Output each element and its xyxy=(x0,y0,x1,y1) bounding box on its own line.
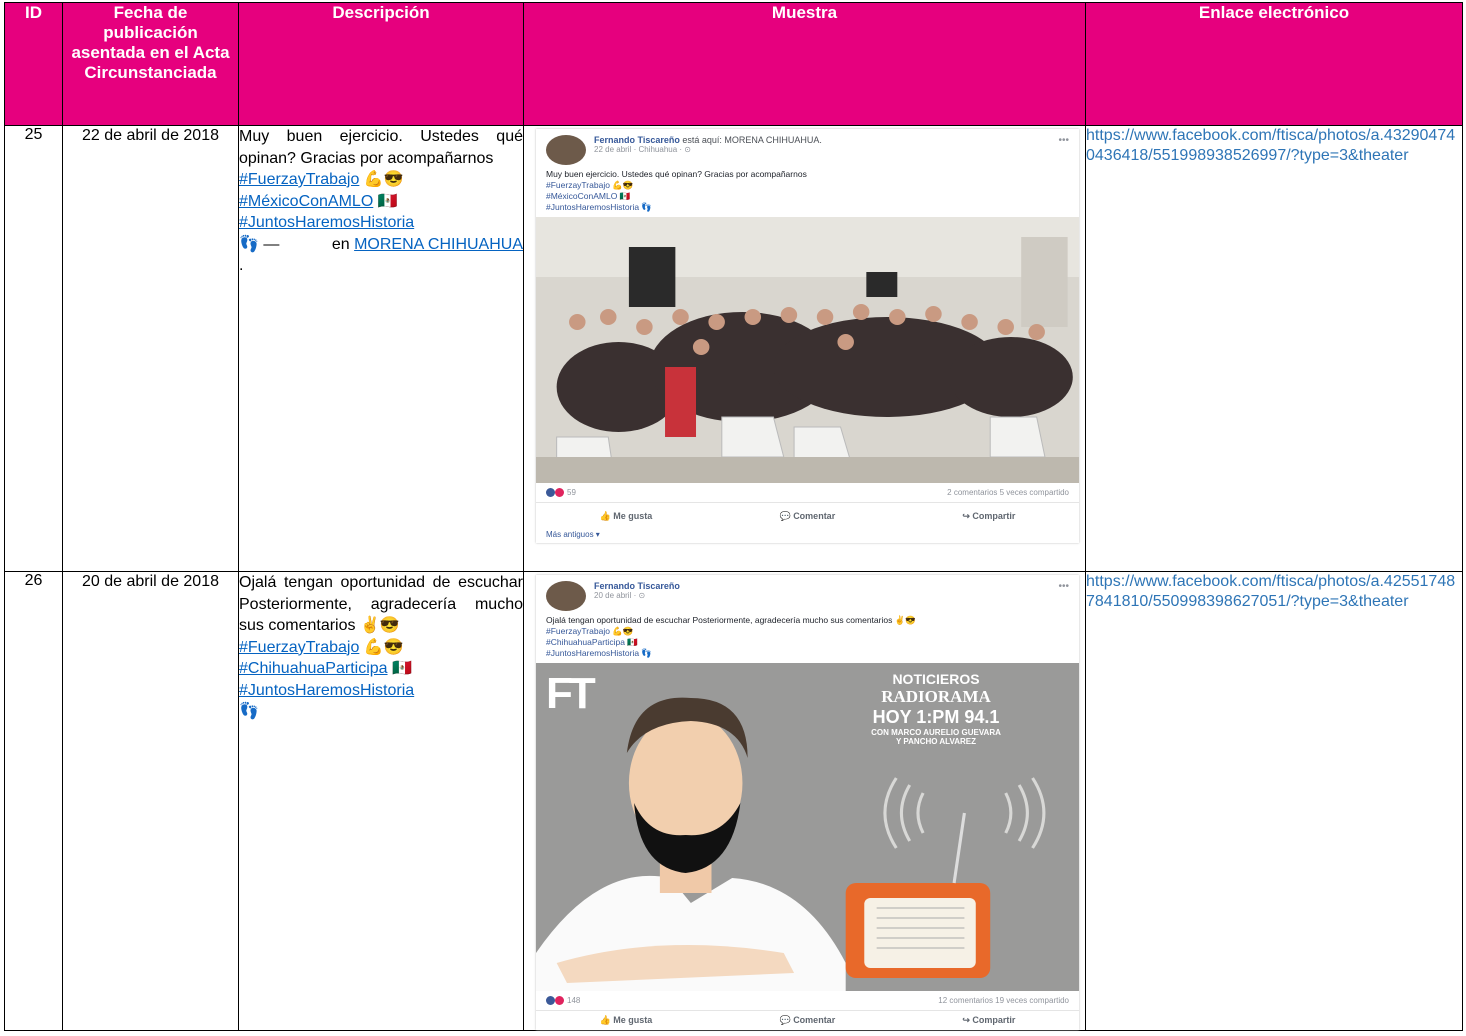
more-icon: ••• xyxy=(1058,135,1069,146)
hashtag-link[interactable]: #MéxicoConAMLO xyxy=(239,193,373,210)
row-link[interactable]: https://www.facebook.com/ftisca/photos/a… xyxy=(1085,125,1463,572)
table-row: 26 20 de abril de 2018 Ojalá tengan opor… xyxy=(4,571,1463,1031)
reaction-count: 59 xyxy=(546,488,576,497)
hashtag-link[interactable]: #FuerzayTrabajo xyxy=(239,171,359,188)
older-comments: Más antiguos ▾ xyxy=(546,530,600,539)
place-link[interactable]: MORENA CHIHUAHUA xyxy=(354,236,523,253)
post-author: Fernando Tiscareño xyxy=(594,581,680,591)
facebook-post-screenshot: Fernando Tiscareño 20 de abril · ⊙ ••• O… xyxy=(536,575,1079,1030)
love-reaction-icon xyxy=(555,488,564,497)
post-actions: 👍 Me gusta 💬 Comentar ↪ Compartir xyxy=(536,502,1079,530)
header-fecha: Fecha de publicación asentada en el Acta… xyxy=(62,2,239,126)
comment-button: 💬 Comentar xyxy=(779,511,836,521)
hashtag-link[interactable]: #FuerzayTrabajo xyxy=(239,639,359,656)
poster-line5: Y PANCHO ALVAREZ xyxy=(895,737,976,746)
like-reaction-icon xyxy=(546,996,555,1005)
poster-line2: RADIORAMA xyxy=(881,687,991,706)
avatar xyxy=(546,581,586,611)
emoji: 👣 xyxy=(239,703,259,720)
post-text: Ojalá tengan oportunidad de escuchar Pos… xyxy=(546,615,916,658)
emoji: 💪😎 xyxy=(363,171,404,188)
post-meta: 22 de abril · Chihuahua · ⊙ xyxy=(594,145,691,154)
header-id: ID xyxy=(4,2,63,126)
row-date: 22 de abril de 2018 xyxy=(62,125,239,572)
row-description: Muy buen ejercicio. Ustedes qué opinan? … xyxy=(238,125,524,572)
like-button: 👍 Me gusta xyxy=(599,1015,653,1025)
place-end: . xyxy=(239,257,244,274)
post-actions: 👍 Me gusta 💬 Comentar ↪ Compartir xyxy=(536,1010,1079,1030)
like-reaction-icon xyxy=(546,488,555,497)
emoji: 🇲🇽 xyxy=(392,660,412,677)
facebook-post-screenshot: Fernando Tiscareño está aquí: MORENA CHI… xyxy=(536,129,1079,543)
like-button: 👍 Me gusta xyxy=(599,511,653,521)
poster-line1: NOTICIEROS xyxy=(892,671,980,687)
hashtag-link[interactable]: #JuntosHaremosHistoria xyxy=(239,214,414,231)
poster-line4: CON MARCO AURELIO GUEVARA xyxy=(871,728,1001,737)
row-id: 25 xyxy=(4,125,63,572)
sample-cell: Fernando Tiscareño está aquí: MORENA CHI… xyxy=(523,125,1086,572)
emoji: 💪😎 xyxy=(363,638,404,656)
hashtag-link[interactable]: #JuntosHaremosHistoria xyxy=(239,682,414,699)
header-descripcion: Descripción xyxy=(238,2,524,126)
evidence-table: ID Fecha de publicación asentada en el A… xyxy=(4,2,1463,1031)
avatar xyxy=(546,135,586,165)
emoji: 👣 — xyxy=(239,235,280,253)
share-button: ↪ Compartir xyxy=(962,1015,1016,1025)
comment-button: 💬 Comentar xyxy=(779,1015,836,1025)
post-stats: 12 comentarios 19 veces compartido xyxy=(938,996,1069,1005)
row-link[interactable]: https://www.facebook.com/ftisca/photos/a… xyxy=(1085,571,1463,1031)
more-icon: ••• xyxy=(1058,581,1069,592)
header-row: ID Fecha de publicación asentada en el A… xyxy=(4,2,1463,126)
table-row: 25 22 de abril de 2018 Muy buen ejercici… xyxy=(4,125,1463,572)
post-author: Fernando Tiscareño xyxy=(594,135,680,145)
post-text: Muy buen ejercicio. Ustedes qué opinan? … xyxy=(546,169,807,212)
group-photo xyxy=(536,217,1079,483)
post-meta: 20 de abril · ⊙ xyxy=(594,591,646,600)
hashtag-link[interactable]: #ChihuahuaParticipa xyxy=(239,660,388,677)
row-date: 20 de abril de 2018 xyxy=(62,571,239,1031)
row-id: 26 xyxy=(4,571,63,1031)
love-reaction-icon xyxy=(555,996,564,1005)
share-button: ↪ Compartir xyxy=(962,511,1016,521)
description-text: Ojalá tengan oportunidad de escuchar Pos… xyxy=(239,574,523,634)
sample-cell: Fernando Tiscareño 20 de abril · ⊙ ••• O… xyxy=(523,571,1086,1031)
poster-logo: FT xyxy=(546,669,596,718)
header-muestra: Muestra xyxy=(523,2,1086,126)
post-location: está aquí: MORENA CHIHUAHUA. xyxy=(682,135,822,145)
row-description: Ojalá tengan oportunidad de escuchar Pos… xyxy=(238,571,524,1031)
emoji: 🇲🇽 xyxy=(377,192,398,210)
en-label: en MORENA CHIHUAHUA xyxy=(331,235,523,253)
description-text: Muy buen ejercicio. Ustedes qué opinan? … xyxy=(239,128,523,167)
radio-poster: FT NOTICIEROS RADIORAMA HOY 1:PM 94.1 CO… xyxy=(536,663,1079,991)
reaction-count: 148 xyxy=(546,996,580,1005)
header-enlace: Enlace electrónico xyxy=(1085,2,1463,126)
poster-line3: HOY 1:PM 94.1 xyxy=(872,707,1000,727)
post-stats: 2 comentarios 5 veces compartido xyxy=(947,488,1069,497)
